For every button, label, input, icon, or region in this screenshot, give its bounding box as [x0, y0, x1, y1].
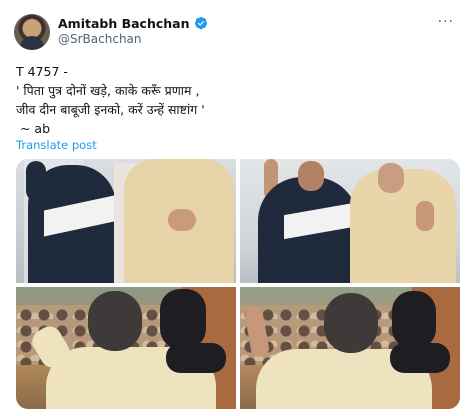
tweet-photo[interactable]: [16, 159, 236, 283]
tweet-line: ' पिता पुत्र दोनों खड़े, काके करूँ प्रणा…: [16, 83, 200, 98]
tweet-line: T 4757 -: [16, 64, 68, 79]
tweet-card[interactable]: Amitabh Bachchan @SrBachchan ··· T 4757 …: [0, 0, 474, 416]
media-grid: [16, 159, 460, 409]
tweet-photo[interactable]: [16, 287, 236, 409]
translate-post-link[interactable]: Translate post: [16, 138, 97, 152]
more-horizontal-icon[interactable]: ···: [438, 14, 454, 30]
author-handle[interactable]: @SrBachchan: [58, 32, 142, 46]
tweet-line: जीव दीन बाबूजी इनको, करें उन्हें साष्टां…: [16, 102, 205, 117]
tweet-photo[interactable]: [240, 159, 460, 283]
author-name-row: Amitabh Bachchan: [58, 14, 208, 32]
verified-badge-icon: [194, 16, 207, 30]
tweet-photo[interactable]: [240, 287, 460, 409]
author-avatar[interactable]: [14, 14, 50, 50]
author-name[interactable]: Amitabh Bachchan: [58, 16, 190, 31]
tweet-text: T 4757 - ' पिता पुत्र दोनों खड़े, काके क…: [16, 62, 456, 138]
tweet-line: ~ ab: [16, 121, 51, 136]
